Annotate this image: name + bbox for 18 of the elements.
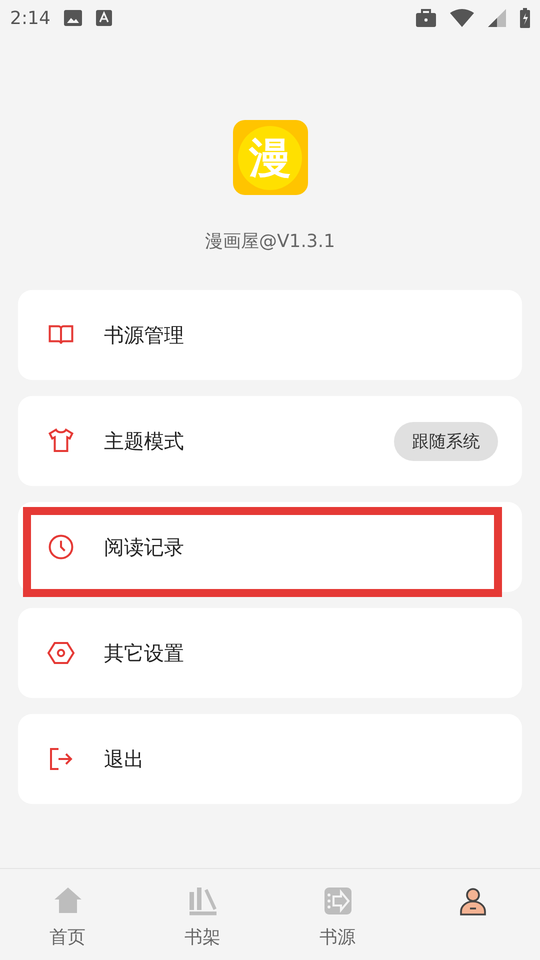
- nav-tab[interactable]: 书架: [135, 869, 270, 960]
- nav-tab[interactable]: 首页: [0, 869, 135, 960]
- app-logo: 漫: [232, 120, 308, 195]
- signal-icon: [488, 9, 506, 27]
- theme-value[interactable]: 跟随系统: [394, 422, 498, 460]
- clock-icon: [46, 532, 76, 562]
- image-icon: [64, 10, 82, 26]
- status-time: 2:14: [10, 8, 50, 28]
- menu-item[interactable]: 退出: [18, 714, 522, 804]
- menu-item[interactable]: 书源管理: [18, 290, 522, 380]
- app-version: 漫画屋@V1.3.1: [204, 230, 336, 253]
- nav-tab[interactable]: 书源: [270, 869, 405, 960]
- menu-item[interactable]: 主题模式 跟随系统: [18, 396, 522, 486]
- battery-icon: [520, 8, 530, 28]
- briefcase-icon: [416, 9, 436, 27]
- wifi-icon: [450, 9, 474, 27]
- menu-item[interactable]: 其它设置: [18, 608, 522, 698]
- font-icon: [96, 10, 112, 26]
